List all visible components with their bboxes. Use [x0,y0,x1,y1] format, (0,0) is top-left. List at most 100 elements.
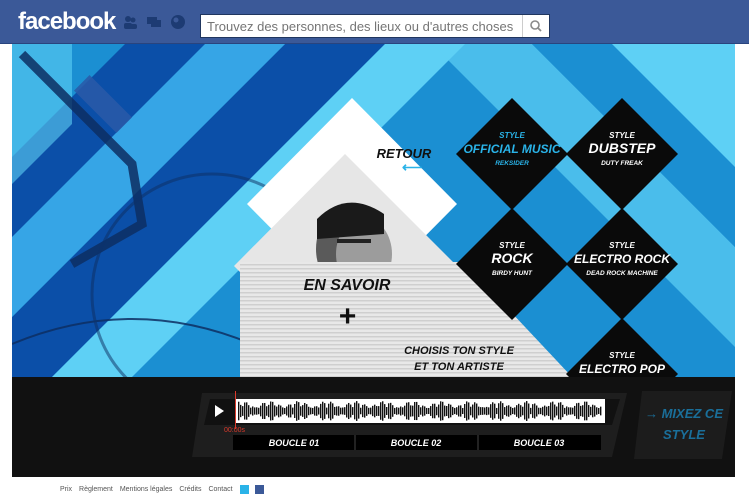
waveform-sample [284,407,286,415]
stage-graphics: STYLEOFFICIAL MUSICREKSIDERSTYLEDUBSTEPD… [12,44,735,377]
mix-button[interactable] [634,391,732,459]
messages-icon[interactable] [146,14,162,30]
waveform-sample [352,407,354,415]
waveform-sample [380,402,382,420]
facebook-icon[interactable] [255,485,265,494]
facebook-logo[interactable]: facebook [18,10,116,34]
waveform-sample [592,404,594,418]
waveform-sample [310,407,312,415]
plus-icon[interactable]: + [338,300,356,333]
waveform-sample [508,405,510,417]
waveform-sample [554,404,556,418]
playhead[interactable] [235,391,236,429]
back-arrow-icon[interactable]: ⟵ [402,159,422,175]
waveform-sample [556,406,558,416]
audio-player: 00:00s BOUCLE 01 BOUCLE 02 BOUCLE 03 → M… [12,377,735,477]
loop-button-1[interactable]: BOUCLE 01 [269,438,320,448]
footer-link-credits[interactable]: Crédits [179,486,201,493]
waveform-sample [246,402,248,420]
waveform-sample [568,407,570,415]
waveform-sample [300,406,302,416]
style-name: OFFICIAL MUSIC [463,142,560,156]
footer-link-contact[interactable]: Contact [208,486,232,493]
style-label: STYLE [609,241,635,250]
footer-links: Prix Règlement Mentions légales Crédits … [60,485,269,494]
waveform-sample [538,407,540,415]
waveform-sample [454,407,456,415]
waveform-sample [402,407,404,415]
waveform-sample [498,403,500,419]
style-label: STYLE [499,241,525,250]
waveform-sample [404,405,406,417]
waveform-sample [452,406,454,416]
waveform-sample [312,407,314,415]
loop-button-3[interactable]: BOUCLE 03 [514,438,565,448]
waveform-sample [570,407,572,415]
style-name: DUBSTEP [589,140,657,156]
waveform-sample [336,406,338,416]
search-button[interactable] [522,15,549,37]
style-label: STYLE [609,351,635,360]
waveform-sample [354,402,356,420]
learn-more-label[interactable]: EN SAVOIR [304,277,391,294]
footer-link-prix[interactable]: Prix [60,486,72,493]
waveform-sample [258,407,260,415]
waveform-sample [252,406,254,416]
waveform-sample [410,405,412,417]
waveform-sample [456,407,458,415]
waveform-sample [560,402,562,420]
style-label: STYLE [499,131,525,140]
waveform-sample [504,407,506,415]
waveform-sample [356,401,358,421]
search-box[interactable] [200,14,550,38]
waveform-sample [532,404,534,418]
loop-button-2[interactable]: BOUCLE 02 [391,438,442,448]
waveform-sample [254,407,256,415]
waveform-sample [500,401,502,421]
waveform-sample [412,405,414,417]
facebook-top-bar: facebook [0,0,749,44]
waveform-sample [332,403,334,419]
waveform-sample [308,406,310,416]
waveform-sample [292,407,294,415]
footer-link-mentions[interactable]: Mentions légales [120,486,173,493]
waveform-sample [240,404,242,418]
waveform-sample [582,405,584,417]
waveform-sample [382,401,384,421]
twitter-icon[interactable] [239,485,249,494]
style-name: ROCK [491,250,533,266]
waveform-sample [488,407,490,415]
waveform-sample [346,404,348,418]
waveform-sample [406,402,408,420]
waveform-sample [366,406,368,416]
waveform-sample [378,406,380,416]
footer-link-reglement[interactable]: Règlement [79,486,113,493]
waveform-sample [550,402,552,420]
mix-label-line1[interactable]: → MIXEZ CE [645,406,723,421]
waveform-sample [290,404,292,418]
waveform-sample [278,404,280,418]
waveform-sample [574,405,576,417]
waveform-sample [590,406,592,416]
waveform-sample [422,405,424,417]
search-input[interactable] [201,15,531,37]
friends-icon[interactable] [122,14,138,30]
waveform-sample [272,401,274,421]
waveform-sample [368,407,370,415]
choose-style-line2: ET TON ARTISTE [414,361,504,373]
choose-style-line1: CHOISIS TON STYLE [404,345,514,357]
waveform-sample [302,405,304,417]
notifications-icon[interactable] [170,14,186,30]
waveform-sample [414,401,416,421]
waveform-sample [386,407,388,415]
waveform-sample [514,407,516,415]
waveform-sample [248,405,250,417]
waveform-sample [598,407,600,415]
waveform-sample [444,405,446,417]
waveform-sample [512,407,514,415]
waveform-sample [320,403,322,419]
waveform-sample [518,403,520,419]
waveform-sample [394,407,396,415]
mix-label-line2[interactable]: STYLE [663,427,705,442]
waveform-sample [318,407,320,415]
